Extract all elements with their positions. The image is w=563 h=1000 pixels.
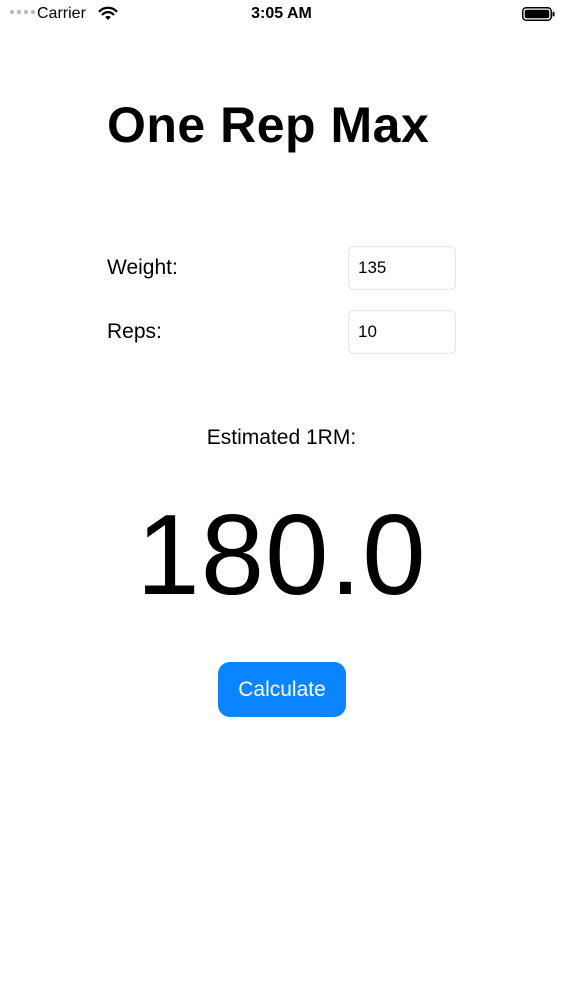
calculate-button[interactable]: Calculate [218, 662, 346, 717]
estimated-1rm-label: Estimated 1RM: [206, 426, 357, 449]
status-bar: Carrier 3:05 AM [0, 0, 563, 28]
battery-icon [522, 7, 555, 21]
weight-input[interactable] [348, 246, 456, 290]
page-title: One Rep Max [107, 97, 430, 153]
weight-label: Weight: [107, 256, 178, 279]
reps-input[interactable] [348, 310, 456, 354]
estimated-1rm-value: 180.0 [136, 492, 427, 619]
reps-label: Reps: [107, 320, 162, 343]
status-time: 3:05 AM [251, 5, 312, 22]
